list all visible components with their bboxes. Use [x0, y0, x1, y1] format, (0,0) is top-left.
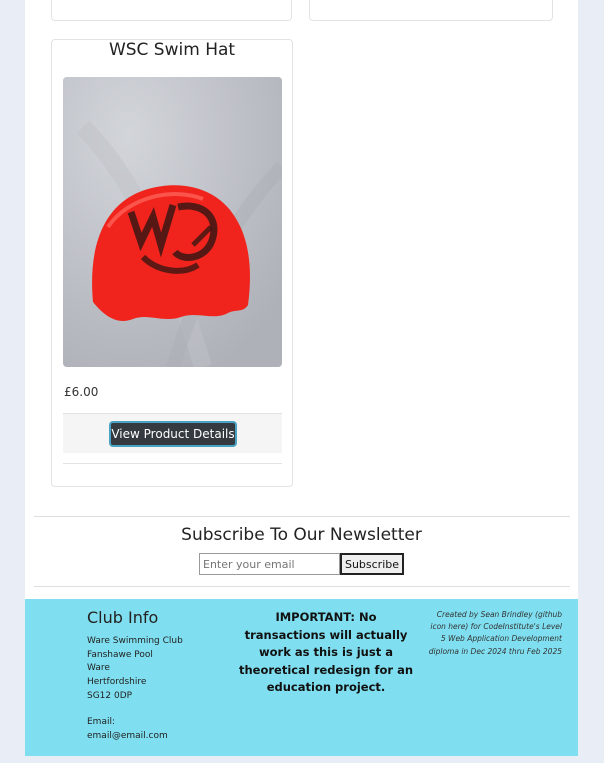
site-footer: Club Info Ware Swimming Club Fanshawe Po…	[25, 599, 578, 756]
important-notice: IMPORTANT: No transactions will actually…	[238, 610, 414, 694]
newsletter-email-input[interactable]	[199, 553, 340, 575]
divider	[34, 586, 570, 587]
product-card-partial	[51, 0, 292, 21]
newsletter-title: Subscribe To Our Newsletter	[181, 525, 422, 545]
swim-hat-image	[63, 77, 282, 367]
product-card: WSC Swim Hat £6.00 View Product Details	[51, 39, 293, 487]
page-container: WSC Swim Hat £6.00 View Product Details …	[25, 0, 578, 756]
address-line: Hertfordshire	[87, 677, 147, 688]
product-card-partial	[309, 0, 553, 21]
address-line: Ware Swimming Club	[87, 636, 183, 646]
card-footer: View Product Details	[63, 413, 282, 453]
club-email: Email: email@email.com	[87, 715, 168, 743]
divider	[63, 463, 282, 464]
address-line: Ware	[87, 663, 110, 674]
email-label: Email:	[87, 717, 116, 727]
email-value: email@email.com	[87, 731, 168, 741]
credit-text: Created by Sean Brindley (github icon he…	[428, 610, 562, 656]
address-line: Fanshawe Pool	[87, 649, 153, 660]
club-address: Ware Swimming Club Fanshawe Pool Ware He…	[87, 635, 183, 704]
view-product-details-button[interactable]: View Product Details	[109, 421, 237, 447]
product-price: £6.00	[64, 385, 99, 399]
address-line: SG12 0DP	[87, 690, 133, 701]
product-image[interactable]	[63, 77, 282, 367]
subscribe-button[interactable]: Subscribe	[340, 553, 404, 575]
product-title: WSC Swim Hat	[108, 40, 236, 60]
divider	[34, 516, 570, 517]
club-info-heading: Club Info	[87, 608, 159, 627]
